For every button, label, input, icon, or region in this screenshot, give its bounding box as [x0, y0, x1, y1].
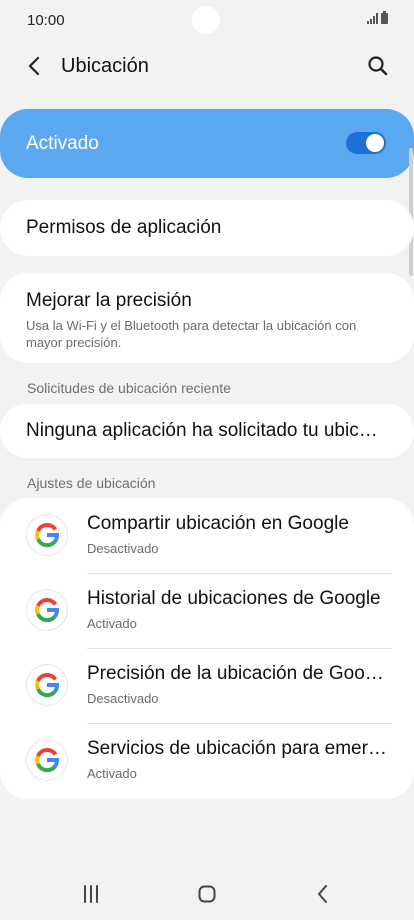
google-location-history-item[interactable]: Historial de ubicaciones de Google Activ… [0, 573, 414, 648]
row-status: Activado [87, 766, 137, 781]
google-icon [27, 590, 67, 630]
emergency-location-services-item[interactable]: Servicios de ubicación para emergencias … [0, 723, 414, 798]
back-icon [318, 885, 327, 903]
recent-requests-empty: Ninguna aplicación ha solicitado tu ubic… [26, 420, 386, 441]
row-title: Servicios de ubicación para emergencias [87, 738, 387, 759]
recents-button[interactable] [75, 882, 107, 906]
row-title: Historial de ubicaciones de Google [87, 588, 381, 609]
google-location-sharing-item[interactable]: Compartir ubicación en Google Desactivad… [0, 498, 414, 573]
status-time: 10:00 [27, 12, 65, 29]
search-icon [368, 56, 388, 76]
home-icon [198, 885, 216, 903]
row-title: Precisión de la ubicación de Google [87, 663, 387, 684]
app-bar: Ubicación [0, 44, 414, 88]
app-permissions-item[interactable]: Permisos de aplicación [0, 200, 414, 256]
recent-requests-header: Solicitudes de ubicación reciente [27, 380, 231, 396]
back-button[interactable] [20, 52, 48, 80]
search-button[interactable] [364, 52, 392, 80]
row-title: Compartir ubicación en Google [87, 513, 349, 534]
battery-icon [381, 11, 388, 24]
google-icon [27, 665, 67, 705]
status-bar: 10:00 [0, 0, 414, 42]
location-settings-header: Ajustes de ubicación [27, 475, 156, 491]
status-icons [367, 11, 388, 24]
improve-accuracy-title: Mejorar la precisión [26, 290, 192, 311]
toggle-knob [366, 134, 384, 152]
home-button[interactable] [191, 882, 223, 906]
improve-accuracy-item[interactable]: Mejorar la precisión Usa la Wi-Fi y el B… [0, 273, 414, 363]
recent-requests-card: Ninguna aplicación ha solicitado tu ubic… [0, 404, 414, 458]
nav-back-button[interactable] [307, 882, 339, 906]
google-icon [27, 740, 67, 780]
location-toggle[interactable] [346, 132, 386, 154]
location-master-switch[interactable]: Activado [0, 109, 414, 178]
improve-accuracy-subtitle: Usa la Wi-Fi y el Bluetooth para detecta… [26, 318, 357, 350]
navigation-bar [0, 866, 414, 920]
google-location-accuracy-item[interactable]: Precisión de la ubicación de Google Desa… [0, 648, 414, 723]
app-permissions-label: Permisos de aplicación [26, 217, 222, 238]
chevron-left-icon [28, 56, 40, 76]
master-switch-label: Activado [26, 133, 99, 154]
row-status: Activado [87, 616, 137, 631]
google-icon [27, 515, 67, 555]
row-status: Desactivado [87, 541, 159, 556]
camera-cutout [192, 6, 220, 34]
recents-icon [84, 885, 98, 903]
location-settings-card: Compartir ubicación en Google Desactivad… [0, 498, 414, 799]
signal-icon [367, 13, 378, 24]
row-status: Desactivado [87, 691, 159, 706]
page-title: Ubicación [61, 55, 149, 77]
